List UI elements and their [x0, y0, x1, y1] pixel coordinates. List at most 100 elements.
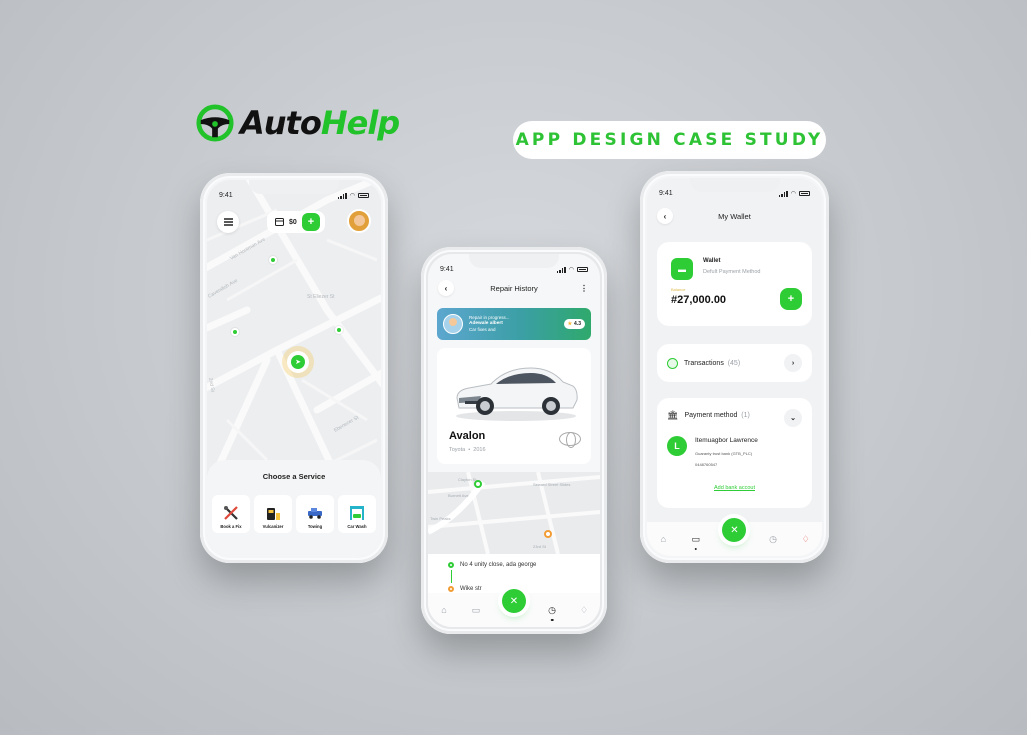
map-label: Twin Peaks — [430, 516, 450, 521]
phone-map: Van Hontman Ave Cavendish Ave St Eliezer… — [200, 173, 388, 563]
page-title: My Wallet — [718, 212, 751, 221]
phone-repair-history: 9:41 ◠ ‹ Repair History ⋮ Repair in prog… — [421, 247, 607, 634]
tools-icon — [222, 505, 240, 521]
map-screen: Van Hontman Ave Cavendish Ave St Eliezer… — [207, 180, 381, 556]
map-label: Clayton St — [458, 477, 477, 482]
route-destination: Wike str — [448, 586, 482, 592]
wallet-label: Wallet — [703, 258, 721, 264]
payment-method-card: 🏛 Payment method (1) ⌄ L Itemuagbor Lawr… — [657, 398, 812, 508]
service-vulcanizer[interactable]: Vulcanizer — [254, 495, 292, 533]
balance-amount: #27,000.00 — [671, 294, 727, 306]
payment-method-header: 🏛 Payment method (1) — [667, 410, 750, 421]
car-details: Toyota • 2016 — [449, 447, 486, 453]
car-card[interactable]: Avalon Toyota • 2016 — [437, 348, 591, 464]
home-icon[interactable]: ⌂ — [657, 533, 669, 545]
wallet-subtitle: Defult Payment Method — [703, 269, 761, 275]
mechanic-marker[interactable] — [269, 256, 277, 264]
route-origin: No 4 unity close, ada george — [448, 562, 536, 568]
bell-icon[interactable]: ♢ — [800, 533, 812, 545]
signal-icon — [337, 192, 347, 199]
battery-icon — [358, 193, 369, 198]
history-icon[interactable]: ◷ — [767, 533, 779, 545]
service-book-a-fix[interactable]: Book a Fix — [212, 495, 250, 533]
menu-button[interactable] — [217, 211, 239, 233]
wallet-amount: $0 — [289, 218, 297, 226]
chevron-right-icon[interactable]: › — [784, 354, 802, 372]
mechanic-avatar — [443, 314, 463, 334]
add-funds-button[interactable]: + — [780, 288, 802, 310]
map-label: 23rd St — [533, 544, 547, 549]
bell-icon[interactable]: ♢ — [578, 604, 590, 616]
book-fix-fab[interactable]: ✕ — [502, 589, 526, 613]
route-line — [450, 570, 452, 583]
wallet-icon[interactable]: ▭ — [690, 533, 702, 545]
service-towing[interactable]: Towing — [296, 495, 334, 533]
car-name: Avalon — [449, 430, 486, 442]
logo-auto: Auto — [240, 104, 322, 142]
signal-icon — [778, 190, 788, 197]
add-funds-button[interactable]: + — [302, 213, 320, 231]
wallet-card[interactable]: ▬ Wallet Defult Payment Method Balance #… — [657, 242, 812, 326]
status-bar: 9:41 ◠ — [659, 190, 810, 197]
status-icons: ◠ — [778, 190, 810, 197]
wallet-icon[interactable]: ▭ — [470, 604, 482, 616]
battery-icon — [577, 267, 588, 272]
chevron-down-icon[interactable]: ⌄ — [784, 409, 802, 427]
wifi-icon: ◠ — [790, 191, 796, 197]
route-map[interactable]: Clayton St Burnett Ave Twin Peaks Seward… — [428, 472, 600, 554]
progress-info: Repair in progress... Adewale albert Car… — [469, 315, 564, 333]
repair-screen: 9:41 ◠ ‹ Repair History ⋮ Repair in prog… — [428, 254, 600, 627]
service-label: Towing — [307, 524, 323, 529]
history-icon[interactable]: ◷ — [546, 604, 558, 616]
map-label: Burnett Ave — [448, 493, 469, 498]
origin-dot — [448, 562, 454, 568]
tow-truck-icon — [306, 505, 324, 521]
service-car-wash[interactable]: Car Wash — [338, 495, 376, 533]
status-time: 9:41 — [440, 266, 454, 273]
origin-text: No 4 unity close, ada george — [460, 562, 537, 568]
avatar[interactable] — [347, 209, 371, 233]
service-sheet: Choose a Service Book a Fix Vulcanizer T… — [207, 460, 381, 556]
book-fix-fab[interactable]: ✕ — [722, 518, 747, 542]
payment-label: Payment method — [684, 412, 738, 419]
logo-help: Help — [320, 104, 400, 142]
mechanic-marker[interactable] — [231, 328, 239, 336]
account-name: Itemuagbor Lawrence — [695, 437, 758, 444]
mechanic-marker[interactable] — [335, 326, 343, 334]
map-label: Seward Street Slides — [533, 482, 570, 487]
rating-badge: ★ 4.3 — [563, 319, 585, 329]
case-study-badge: APP DESIGN CASE STUDY — [513, 121, 826, 159]
hamburger-icon — [223, 218, 233, 226]
page-title: Repair History — [490, 284, 538, 293]
payment-count: (1) — [741, 412, 750, 419]
star-icon: ★ — [567, 321, 573, 327]
battery-icon — [799, 191, 810, 196]
rating-value: 4.3 — [574, 321, 581, 327]
home-icon[interactable]: ⌂ — [438, 604, 450, 616]
car-wash-icon — [348, 505, 366, 521]
status-icons: ◠ — [337, 192, 369, 199]
transactions-row[interactable]: Transactions (45) › — [657, 344, 812, 382]
add-bank-account-link[interactable]: Add bank accout — [657, 485, 812, 491]
account-number: 0448760547 — [695, 462, 718, 467]
tools-icon: ✕ — [730, 524, 739, 536]
autohelp-logo: AutoHelp — [196, 104, 400, 142]
more-options-icon[interactable]: ⋮ — [580, 284, 588, 293]
car-make: Toyota — [449, 447, 466, 453]
progress-description: Car fixes and — [469, 327, 496, 332]
steering-wheel-icon — [196, 104, 234, 142]
status-bar: 9:41 ◠ — [219, 192, 369, 199]
bank-icon: 🏛 — [667, 410, 679, 420]
vulcanizer-icon — [264, 505, 282, 521]
status-bar: 9:41 ◠ — [440, 266, 588, 273]
wallet-screen: 9:41 ◠ ‹ My Wallet ▬ Wallet Defult Payme… — [647, 178, 822, 556]
tools-icon: ✕ — [509, 595, 519, 607]
wifi-icon: ◠ — [349, 193, 355, 199]
repair-progress-card[interactable]: Repair in progress... Adewale albert Car… — [437, 308, 591, 340]
bottom-nav: ⌂ ▭ ✕ ◷ ♢ — [647, 518, 822, 556]
toyota-logo-icon — [559, 432, 581, 448]
car-year: 2016 — [473, 447, 486, 453]
wallet-icon — [275, 218, 284, 226]
transactions-label: Transactions (45) — [684, 359, 741, 367]
service-list: Book a Fix Vulcanizer Towing Car Wash — [207, 495, 381, 533]
